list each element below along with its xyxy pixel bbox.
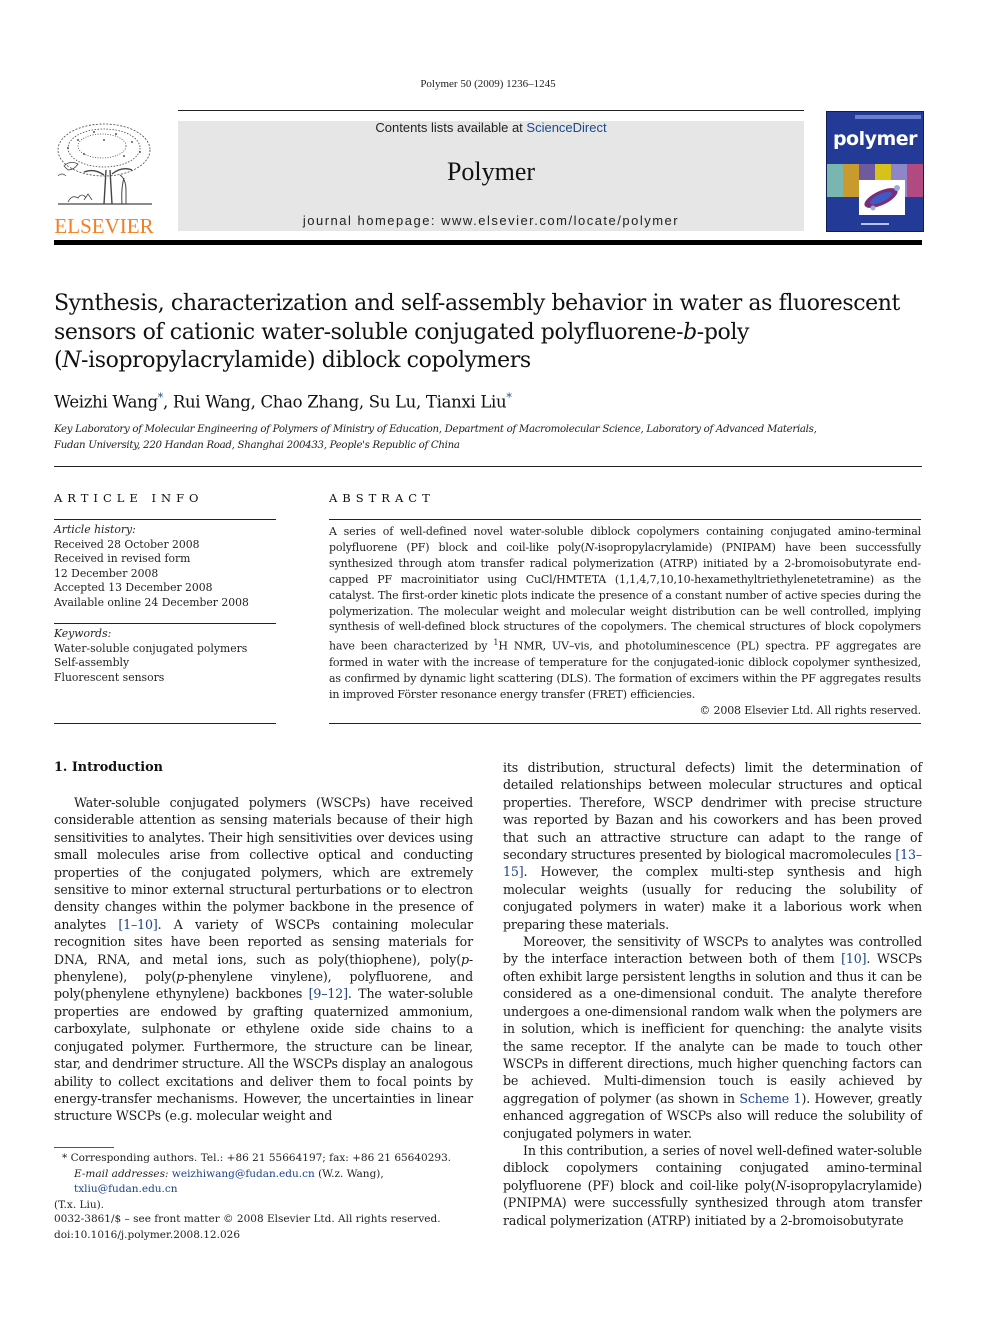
article-info-bottom-rule xyxy=(54,723,276,724)
journal-homepage-link[interactable]: journal homepage: www.elsevier.com/locat… xyxy=(178,213,804,228)
keyword: Self-assembly xyxy=(54,656,130,669)
footnote-rule xyxy=(54,1147,114,1148)
footnote-line: E-mail addresses: weizhiwang@fudan.edu.c… xyxy=(54,1167,474,1198)
author[interactable]: Tianxi Liu xyxy=(426,393,507,412)
email-link[interactable]: weizhiwang@fudan.edu.cn xyxy=(172,1168,315,1180)
article-info-rule xyxy=(54,519,276,520)
abstract-body: A series of well-defined novel water-sol… xyxy=(329,524,921,719)
scheme-link[interactable]: Scheme 1 xyxy=(739,1091,801,1106)
citation-link[interactable]: [1–10] xyxy=(118,917,157,932)
body-text: . The water-soluble properties are endow… xyxy=(54,986,473,1124)
issn-line: 0032-3861/$ – see front matter © 2008 El… xyxy=(54,1213,441,1225)
title-line: ( xyxy=(54,348,63,373)
citation-link[interactable]: [9–12] xyxy=(309,986,348,1001)
article-history-label: Article history: xyxy=(54,523,136,536)
cover-title: polymer xyxy=(832,128,918,150)
body-text: . WSCPs often exhibit large persistent l… xyxy=(503,951,922,1106)
title-italic: N xyxy=(62,348,82,373)
journal-banner: Contents lists available at ScienceDirec… xyxy=(178,121,804,231)
publisher-name: ELSEVIER xyxy=(54,214,154,238)
citation-link[interactable]: [10] xyxy=(841,951,866,966)
doi-link[interactable]: doi:10.1016/j.polymer.2008.12.026 xyxy=(54,1228,441,1244)
abstract-heading: ABSTRACT xyxy=(329,491,435,505)
journal-name: Polymer xyxy=(446,157,536,186)
front-matter: 0032-3861/$ – see front matter © 2008 El… xyxy=(54,1212,441,1243)
abstract-rule xyxy=(329,519,921,520)
author-separator: , xyxy=(358,392,369,412)
abstract-text: -isopropylacrylamide) (PNIPAM) have been… xyxy=(329,540,922,653)
title-line: Synthesis, characterization and self-ass… xyxy=(54,291,900,316)
history-item: Accepted 13 December 2008 xyxy=(54,581,213,594)
body-paragraph: its distribution, structural defects) li… xyxy=(503,759,922,933)
abstract-copyright: © 2008 Elsevier Ltd. All rights reserved… xyxy=(699,703,921,717)
title-line: -poly xyxy=(696,319,750,345)
abstract-italic: N xyxy=(584,540,595,554)
author[interactable]: Chao Zhang xyxy=(260,393,359,412)
corresponding-author-marker[interactable]: * xyxy=(506,391,512,404)
contents-availability: Contents lists available at ScienceDirec… xyxy=(178,121,804,135)
title-italic: b xyxy=(683,319,697,345)
body-paragraph: In this contribution, a series of novel … xyxy=(503,1142,922,1229)
abstract-bottom-rule xyxy=(329,723,921,724)
body-column-right: its distribution, structural defects) li… xyxy=(503,759,922,1229)
email-label: E-mail addresses: xyxy=(74,1167,172,1180)
body-italic: N xyxy=(775,1177,787,1193)
footnote-text: Corresponding authors. Tel.: +86 21 5566… xyxy=(67,1152,452,1164)
molecule-graphic-icon xyxy=(864,185,900,211)
article-history: Article history: Received 28 October 200… xyxy=(54,523,276,610)
body-italic: p xyxy=(460,951,469,967)
body-text: its distribution, structural defects) li… xyxy=(503,760,922,863)
history-item: Received 28 October 2008 xyxy=(54,537,200,551)
keywords: Keywords: Water-soluble conjugated polym… xyxy=(54,627,276,685)
keywords-label: Keywords: xyxy=(54,627,112,640)
body-column-left: Water-soluble conjugated polymers (WSCPs… xyxy=(54,794,473,1125)
keyword: Fluorescent sensors xyxy=(54,670,165,684)
author-separator: , xyxy=(250,392,261,412)
history-item: Available online 24 December 2008 xyxy=(54,595,249,609)
body-paragraph: Water-soluble conjugated polymers (WSCPs… xyxy=(54,794,473,1125)
author[interactable]: Weizhi Wang xyxy=(54,393,158,412)
journal-citation: Polymer 50 (2009) 1236–1245 xyxy=(420,78,556,90)
elsevier-tree-icon xyxy=(57,123,152,205)
affiliation: Key Laboratory of Molecular Engineering … xyxy=(54,422,934,453)
article-info-heading: ARTICLE INFO xyxy=(54,491,204,505)
history-item: 12 December 2008 xyxy=(54,566,159,580)
body-text: . However, the complex multi-step synthe… xyxy=(503,864,922,932)
affiliation-line: Key Laboratory of Molecular Engineering … xyxy=(54,424,817,435)
author-list: Weizhi Wang *, Rui Wang, Chao Zhang, Su L… xyxy=(54,391,512,412)
email-link[interactable]: txliu@fudan.edu.cn xyxy=(74,1183,178,1195)
article-title: Synthesis, characterization and self-ass… xyxy=(54,290,934,376)
title-line: -isopropylacrylamide) diblock copolymers xyxy=(81,348,531,373)
journal-cover-thumbnail[interactable]: polymer xyxy=(826,111,924,232)
history-item: Received in revised form xyxy=(54,552,191,565)
author-separator: , xyxy=(416,392,426,412)
title-block-rule xyxy=(54,466,922,467)
footnote-text: (W.z. Wang), xyxy=(314,1167,384,1180)
author[interactable]: Rui Wang xyxy=(173,393,251,412)
footnote-line: * Corresponding authors. Tel.: +86 21 55… xyxy=(54,1151,474,1167)
header-thick-rule xyxy=(54,240,922,245)
contents-prefix: Contents lists available at xyxy=(375,120,527,135)
header-rule xyxy=(178,110,804,111)
author-separator: , xyxy=(162,392,173,412)
section-heading-introduction: 1. Introduction xyxy=(54,760,163,775)
body-paragraph: Moreover, the sensitivity of WSCPs to an… xyxy=(503,933,922,1142)
keywords-rule xyxy=(54,623,276,624)
body-italic: p xyxy=(176,969,185,985)
elsevier-logo[interactable]: ELSEVIER xyxy=(54,120,154,237)
sciencedirect-link[interactable]: ScienceDirect xyxy=(526,120,606,135)
keyword: Water-soluble conjugated polymers xyxy=(54,641,248,655)
author[interactable]: Su Lu xyxy=(369,393,417,412)
title-line: sensors of cationic water-soluble conjug… xyxy=(54,319,684,345)
affiliation-line: Fudan University, 220 Handan Road, Shang… xyxy=(54,439,460,451)
cover-inset-image xyxy=(859,180,905,215)
abstract-paragraph: A series of well-defined novel water-sol… xyxy=(329,524,921,703)
corresponding-footnote: * Corresponding authors. Tel.: +86 21 55… xyxy=(54,1151,474,1213)
body-text: Water-soluble conjugated polymers (WSCPs… xyxy=(54,795,473,932)
cover-footer xyxy=(861,223,889,225)
cover-topbar xyxy=(855,115,921,119)
